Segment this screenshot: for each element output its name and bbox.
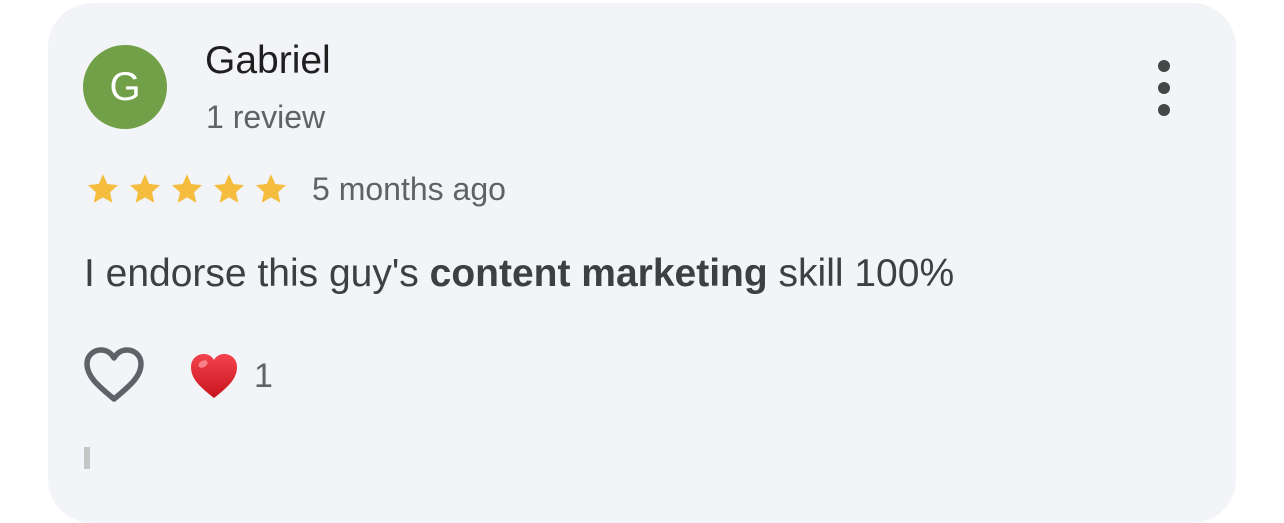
reaction-count: 1 (254, 357, 273, 395)
review-text-bold: content marketing (429, 252, 768, 295)
like-button[interactable] (83, 346, 145, 404)
reply-divider (84, 447, 90, 469)
review-timestamp: 5 months ago (312, 171, 506, 207)
red-heart-icon (191, 354, 237, 398)
more-vertical-icon-dot (1158, 82, 1170, 94)
more-vertical-icon (1158, 60, 1170, 72)
review-text: I endorse this guy's content marketing s… (84, 250, 954, 298)
star-icon (130, 174, 160, 203)
author-name[interactable]: Gabriel (205, 38, 331, 84)
avatar-letter: G (109, 64, 141, 109)
avatar[interactable]: G (83, 45, 167, 129)
more-options-button[interactable] (1144, 60, 1184, 116)
review-text-end: skill 100% (767, 252, 955, 295)
star-icon (172, 174, 202, 203)
heart-outline-icon (84, 347, 144, 402)
reaction-summary[interactable]: 1 (188, 350, 273, 402)
star-icon (214, 174, 244, 203)
star-icon (88, 174, 118, 203)
more-vertical-icon-dot (1158, 104, 1170, 116)
star-icon (256, 174, 286, 203)
review-count[interactable]: 1 review (206, 98, 325, 136)
star-rating (83, 171, 291, 207)
review-text-start: I endorse this guy's (84, 252, 430, 295)
